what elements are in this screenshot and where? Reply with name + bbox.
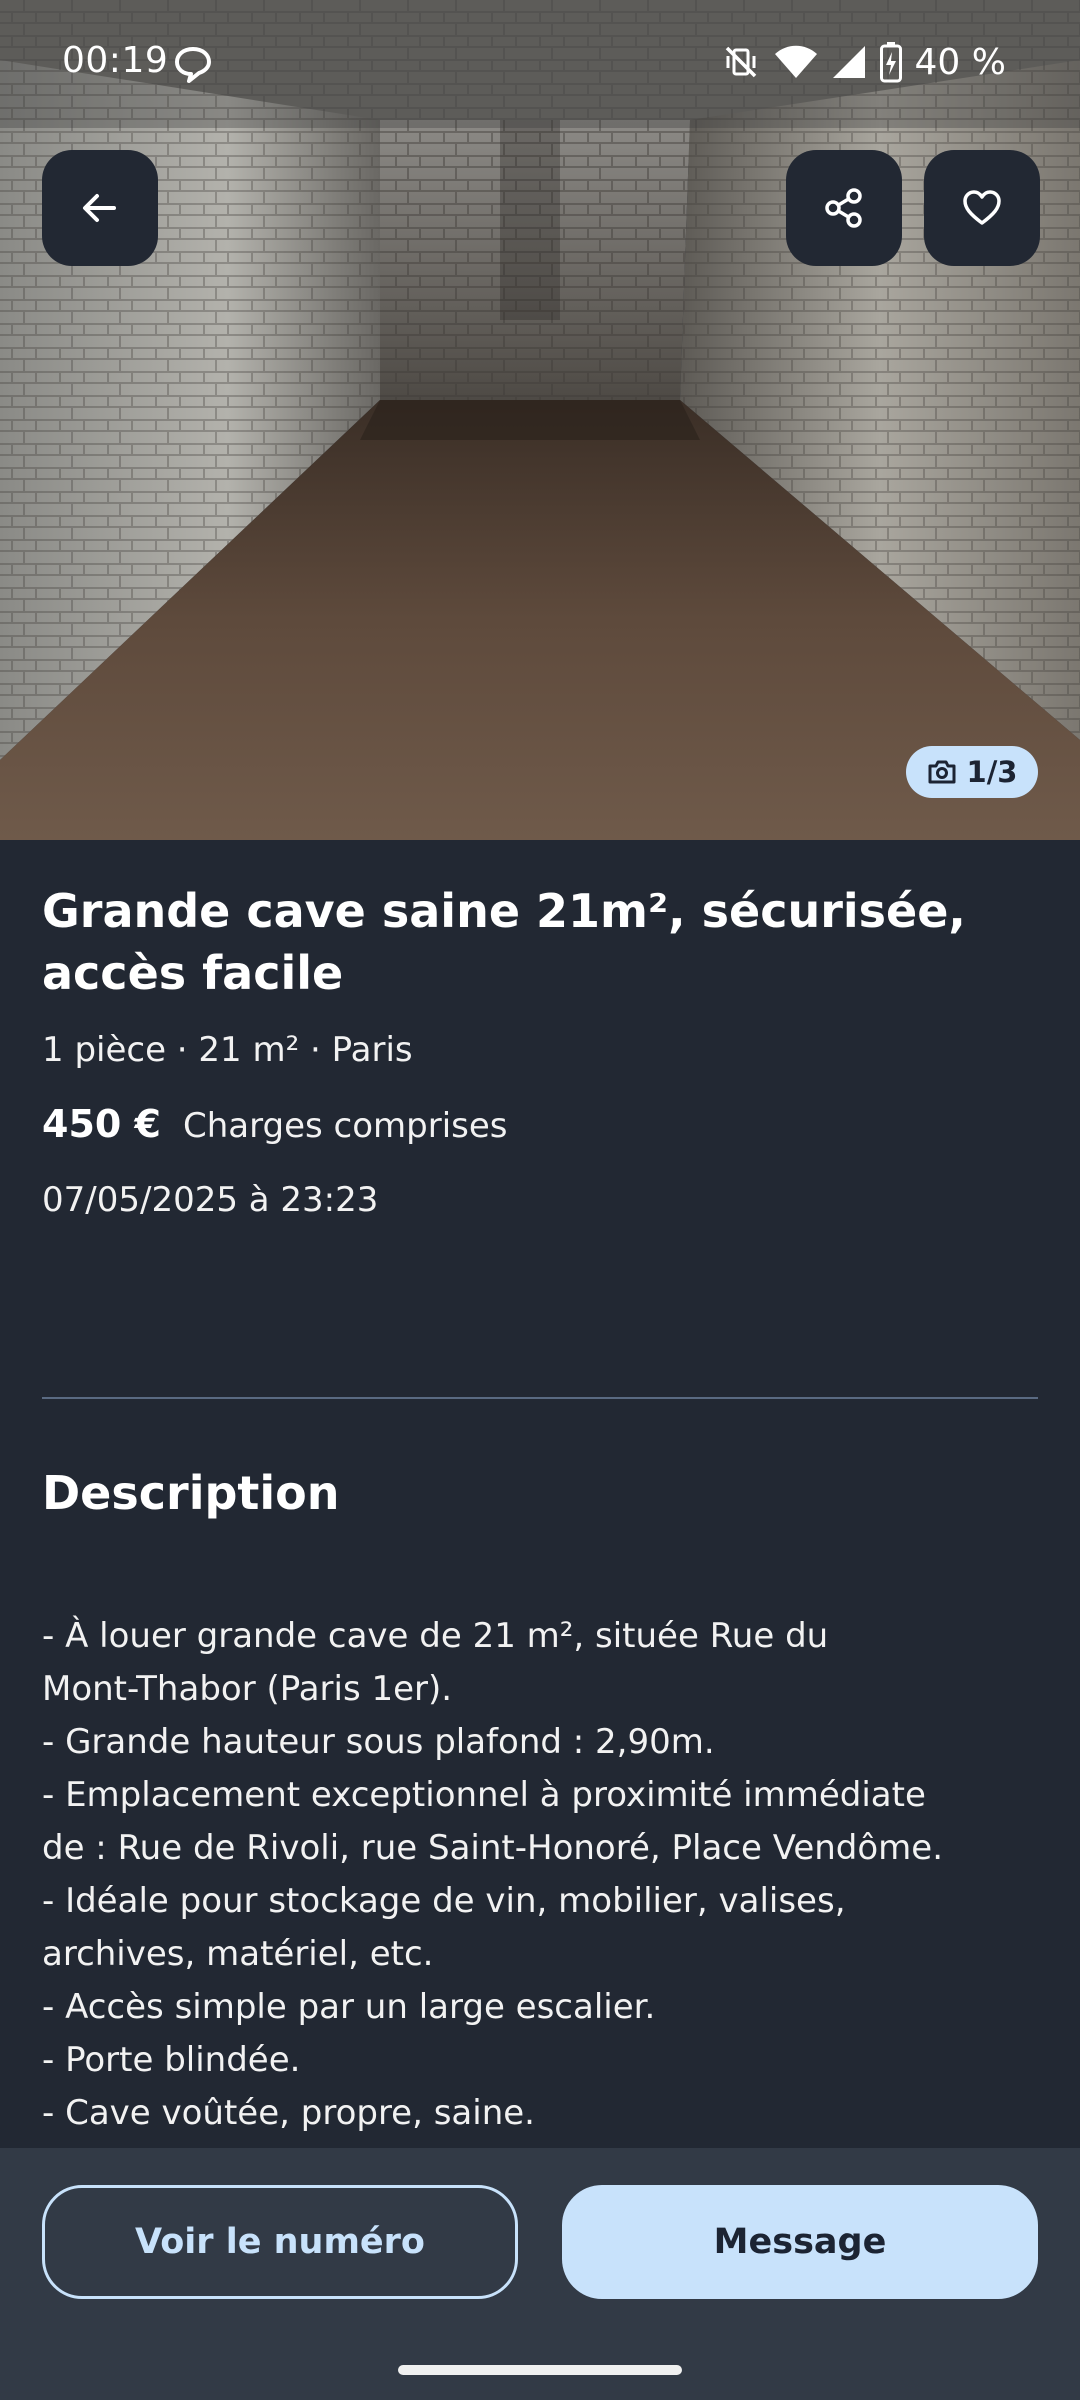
listing-screen: 00:19 40 % 1/3 Grande cave saine 21m², s…: [0, 0, 1080, 2400]
status-icons: 40 %: [721, 40, 1006, 84]
description-line: archives, matériel, etc.: [42, 1934, 434, 1974]
description-line: de : Rue de Rivoli, rue Saint-Honoré, Pl…: [42, 1828, 944, 1868]
show-number-button[interactable]: Voir le numéro: [42, 2185, 518, 2299]
battery-percentage: 40 %: [914, 41, 1006, 83]
wifi-icon: [774, 45, 817, 78]
status-time: 00:19: [62, 40, 169, 81]
divider: [42, 1397, 1038, 1399]
chat-bubble-icon: [175, 47, 211, 83]
photo-counter-text: 1/3: [966, 755, 1018, 789]
favorite-button[interactable]: [924, 150, 1040, 266]
back-button[interactable]: [42, 150, 158, 266]
description-text: - À louer grande cave de 21 m², située R…: [42, 1610, 1042, 2140]
listing-date: 07/05/2025 à 23:23: [42, 1180, 379, 1220]
signal-icon: [832, 46, 865, 78]
price-row: 450 € Charges comprises: [42, 1102, 508, 1146]
message-button[interactable]: Message: [562, 2185, 1038, 2299]
description-line: - À louer grande cave de 21 m², située R…: [42, 1616, 829, 1656]
heart-icon: [963, 190, 1001, 225]
description-line: - Accès simple par un large escalier.: [42, 1987, 656, 2027]
description-line: - Cave voûtée, propre, saine.: [42, 2093, 535, 2133]
description-line: - Emplacement exceptionnel à proximité i…: [42, 1775, 926, 1815]
camera-icon: [928, 760, 956, 784]
listing-meta: 1 pièce · 21 m² · Paris: [42, 1030, 413, 1070]
listing-price: 450 €: [42, 1102, 161, 1146]
listing-charges: Charges comprises: [183, 1106, 508, 1146]
battery-charging-icon: [879, 42, 902, 83]
description-heading: Description: [42, 1466, 340, 1520]
home-indicator[interactable]: [398, 2365, 682, 2375]
description-line: - Porte blindée.: [42, 2040, 301, 2080]
arrow-left-icon: [83, 194, 116, 222]
listing-title: Grande cave saine 21m², sécurisée, accès…: [42, 884, 966, 1000]
photo-counter-badge: 1/3: [906, 746, 1038, 798]
share-button[interactable]: [786, 150, 902, 266]
description-line: Mont-Thabor (Paris 1er).: [42, 1669, 453, 1709]
mute-vibrate-icon: [725, 46, 756, 78]
description-line: - Grande hauteur sous plafond : 2,90m.: [42, 1722, 715, 1762]
share-icon: [825, 188, 862, 228]
description-line: - Idéale pour stockage de vin, mobilier,…: [42, 1881, 846, 1921]
status-bar: 00:19 40 %: [0, 0, 1080, 128]
